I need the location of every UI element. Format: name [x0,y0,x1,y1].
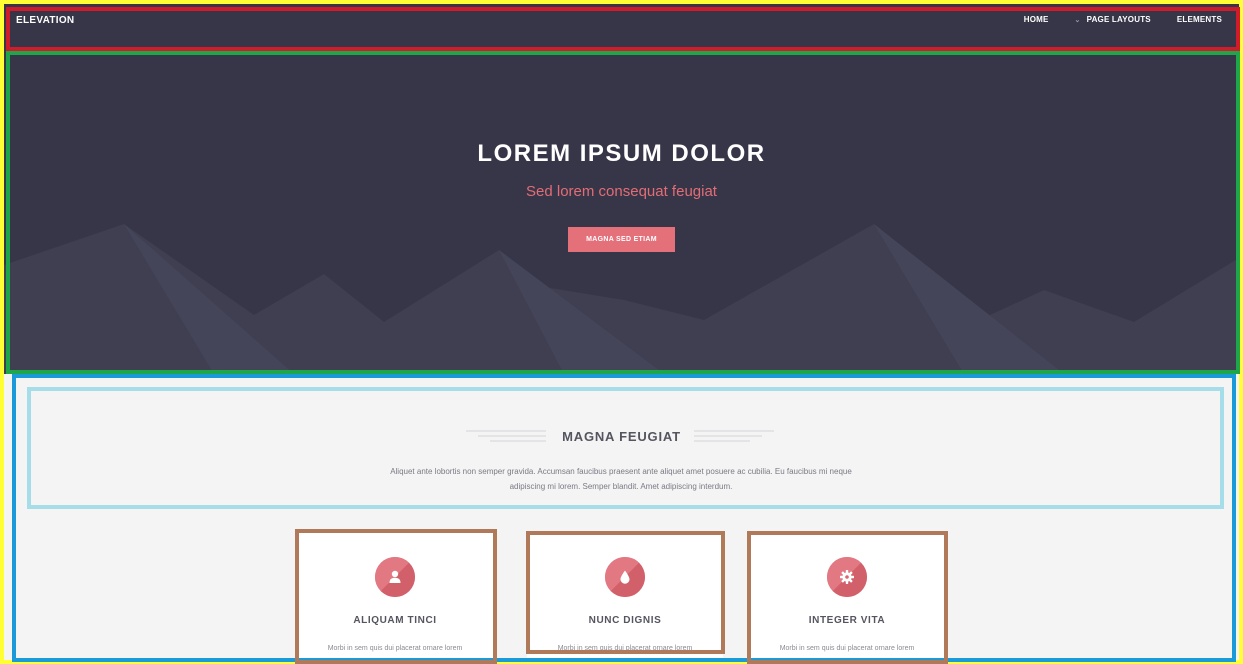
feature-card: ALIQUAM TINCI Morbi in sem quis dui plac… [297,532,493,660]
card-text: Morbi in sem quis dui placerat ornare lo… [327,645,463,652]
card-title: INTEGER VITA [808,615,886,626]
nav-home-label: HOME [1023,15,1049,24]
card-title: ALIQUAM TINCI [353,615,437,626]
section-heading: MAGNA FEUGIAT [562,429,681,444]
mountain-background [4,224,1239,374]
user-icon [375,557,415,597]
nav-links: HOME ⌄ PAGE LAYOUTS ELEMENTS [1024,15,1222,24]
card-text: Morbi in sem quis dui placerat ornare lo… [557,645,693,652]
feature-card: NUNC DIGNIS Morbi in sem quis dui placer… [527,532,723,660]
card-text: Morbi in sem quis dui placerat ornare lo… [779,645,915,652]
top-navbar: ELEVATION HOME ⌄ PAGE LAYOUTS ELEMENTS [4,4,1239,52]
nav-home-link[interactable]: HOME [1024,15,1049,24]
heading-right-decoration [694,430,774,442]
hero-title: LOREM IPSUM DOLOR [477,140,766,167]
nav-page-layouts-link[interactable]: ⌄ PAGE LAYOUTS [1075,15,1151,24]
nav-elements-link[interactable]: ELEMENTS [1177,15,1222,24]
hero-subtitle: Sed lorem consequat feugiat [526,183,717,200]
site-brand[interactable]: ELEVATION [16,15,74,26]
features-section: MAGNA FEUGIAT Aliquet ante lobortis non … [4,374,1239,660]
feature-card: INTEGER VITA Morbi in sem quis dui place… [749,532,945,660]
gear-icon [827,557,867,597]
hero-cta-button[interactable]: MAGNA SED ETIAM [568,227,675,252]
drop-icon [605,557,645,597]
page: ELEVATION HOME ⌄ PAGE LAYOUTS ELEMENTS LO… [4,4,1239,660]
chevron-down-icon: ⌄ [1074,16,1081,24]
nav-page-layouts-label: PAGE LAYOUTS [1086,15,1151,24]
nav-elements-label: ELEMENTS [1176,15,1222,24]
hero-banner: LOREM IPSUM DOLOR Sed lorem consequat fe… [4,52,1239,374]
card-title: NUNC DIGNIS [588,615,662,626]
section-description: Aliquet ante lobortis non semper gravida… [390,467,852,491]
